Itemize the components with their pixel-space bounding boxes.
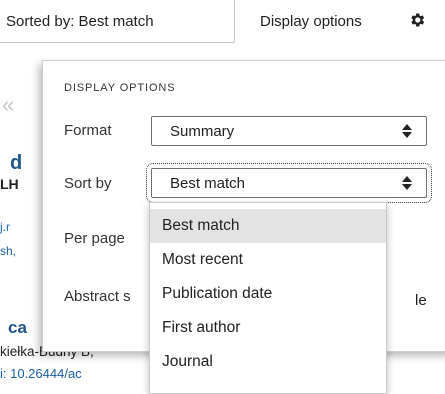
gear-icon	[408, 11, 426, 32]
sort-by-select[interactable]: Best match	[146, 163, 432, 203]
sort-by-value: Best match	[170, 175, 246, 192]
abstract-snippets-label: Abstract s	[64, 288, 131, 305]
sort-option-journal[interactable]: Journal	[150, 345, 386, 379]
result-snippet-fragment: sh,	[0, 244, 17, 258]
sort-by-label: Sort by	[64, 175, 112, 192]
per-page-label: Per page	[64, 230, 125, 247]
sort-by-dropdown: Best match Most recent Publication date …	[149, 202, 387, 394]
select-arrows-icon	[402, 176, 412, 190]
format-value: Summary	[170, 123, 235, 140]
sort-option-best-match[interactable]: Best match	[150, 209, 386, 243]
result-doi: i: 10.26444/ac	[0, 366, 82, 381]
select-arrows-icon	[402, 124, 412, 138]
sort-option-first-author[interactable]: First author	[150, 311, 386, 345]
previous-chevron-icon[interactable]: «	[2, 92, 14, 118]
sort-option-most-recent[interactable]: Most recent	[150, 243, 386, 277]
result-author-fragment: LH	[0, 176, 19, 192]
panel-heading: DISPLAY OPTIONS	[64, 82, 176, 94]
display-options-button[interactable]: Display options	[234, 0, 445, 43]
result-title-fragment-2[interactable]: ca	[8, 318, 27, 338]
result-title-fragment[interactable]: d	[10, 152, 22, 175]
results-topbar: Sorted by: Best match Display options	[0, 0, 445, 43]
format-label: Format	[64, 122, 112, 139]
display-options-label: Display options	[260, 13, 362, 30]
result-doi-fragment: j.r	[0, 220, 10, 234]
format-select[interactable]: Summary	[151, 116, 427, 146]
sort-option-publication-date[interactable]: Publication date	[150, 277, 386, 311]
sorted-by-label: Sorted by: Best match	[6, 13, 154, 30]
abstract-toggle-text: le	[415, 292, 427, 309]
